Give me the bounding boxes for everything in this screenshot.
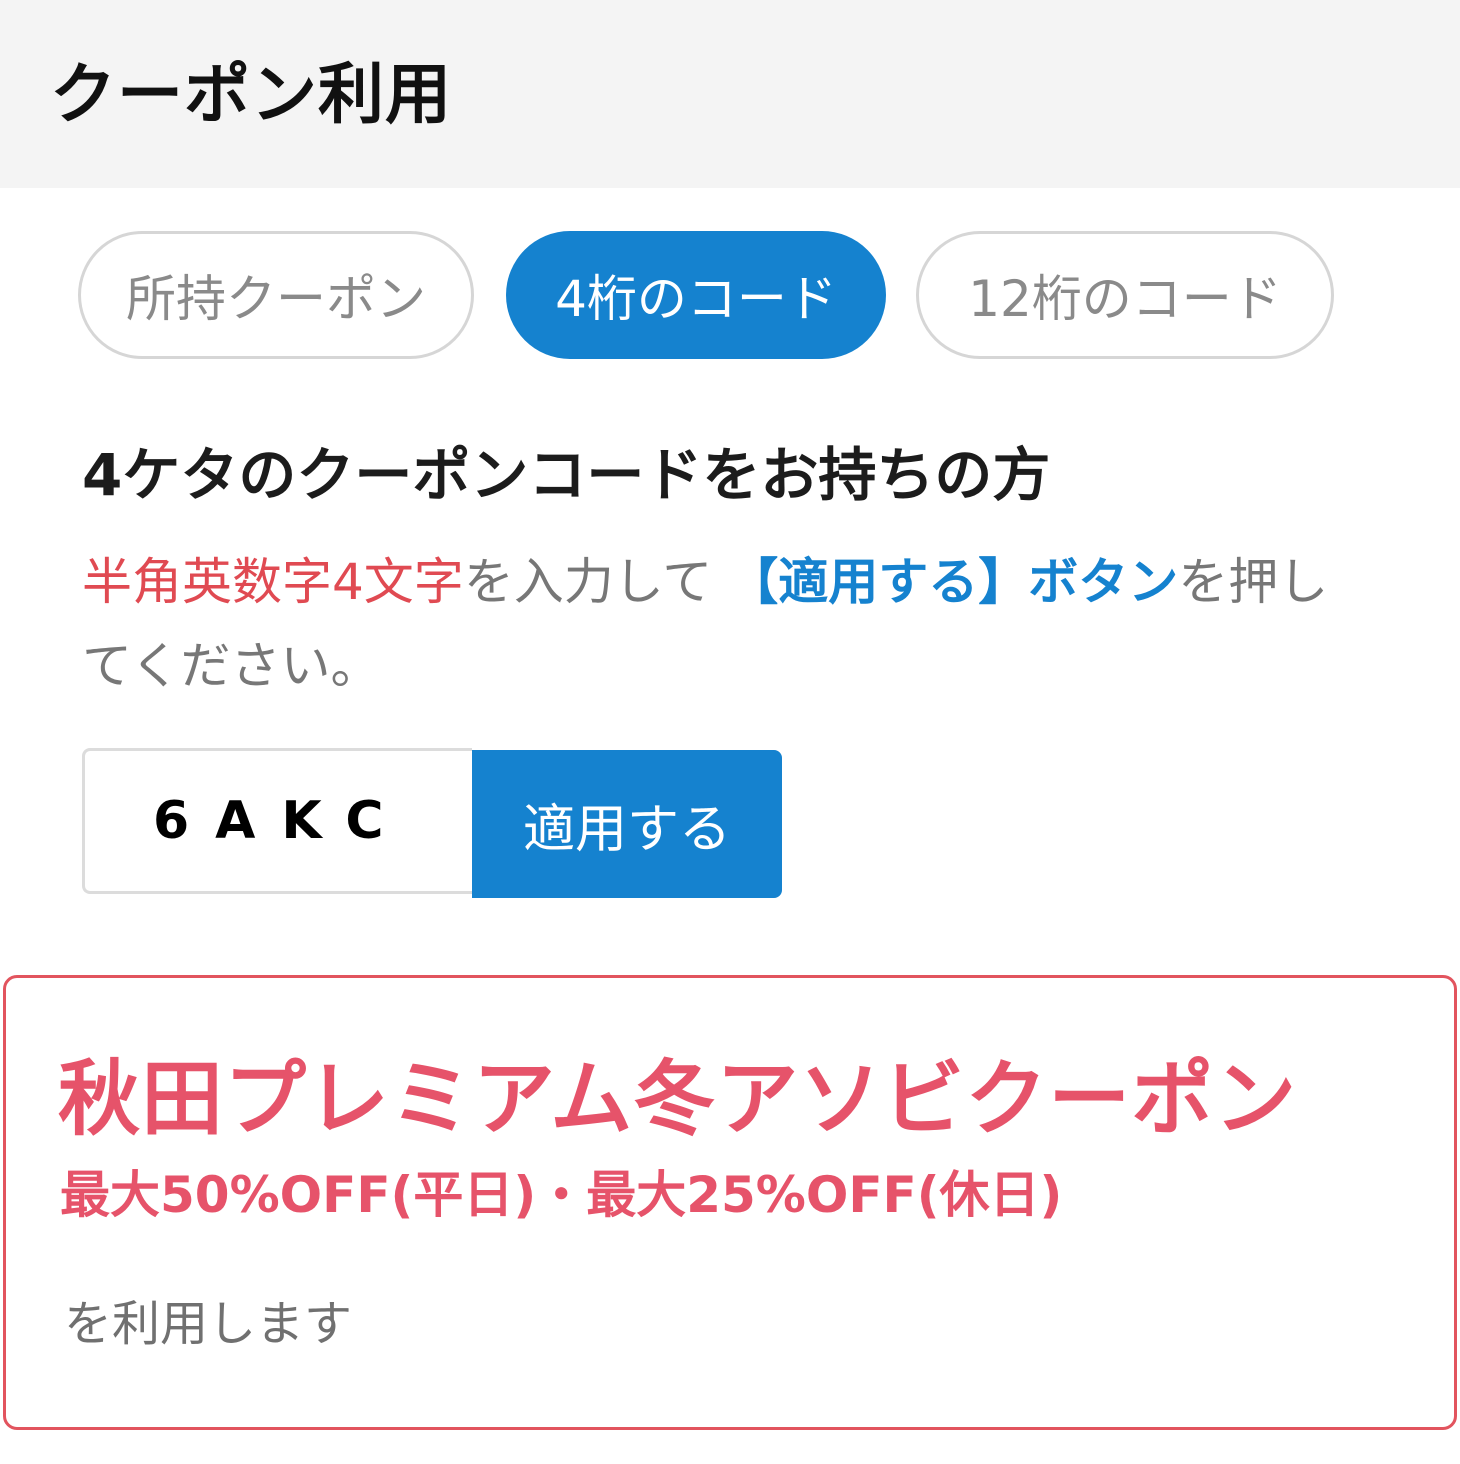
app-header: クーポン利用 xyxy=(0,0,1460,188)
instructions-highlight-format: 半角英数字4文字 xyxy=(82,553,464,611)
coupon-name: 秋田プレミアム冬アソビクーポン xyxy=(58,1052,1298,1147)
instructions-highlight-button: 【適用する】ボタン xyxy=(728,553,1179,611)
section-heading: 4ケタのクーポンコードをお持ちの方 xyxy=(82,441,1051,509)
tab-12-digit-code[interactable]: 12桁のコード xyxy=(916,231,1334,359)
coupon-discount: 最大50%OFF(平日)・最大25%OFF(休日) xyxy=(60,1166,1063,1224)
page-title: クーポン利用 xyxy=(50,56,452,133)
apply-button[interactable]: 適用する xyxy=(472,750,782,898)
tab-owned-coupons[interactable]: 所持クーポン xyxy=(78,231,474,359)
tab-4-digit-code[interactable]: 4桁のコード xyxy=(506,231,886,359)
instructions-text-middle: を入力して xyxy=(463,553,729,611)
coupon-code-input[interactable] xyxy=(82,748,472,894)
coupon-note: を利用します xyxy=(64,1296,353,1352)
instructions-text: 半角英数字4文字を入力して 【適用する】ボタンを押してください。 xyxy=(82,540,1372,708)
